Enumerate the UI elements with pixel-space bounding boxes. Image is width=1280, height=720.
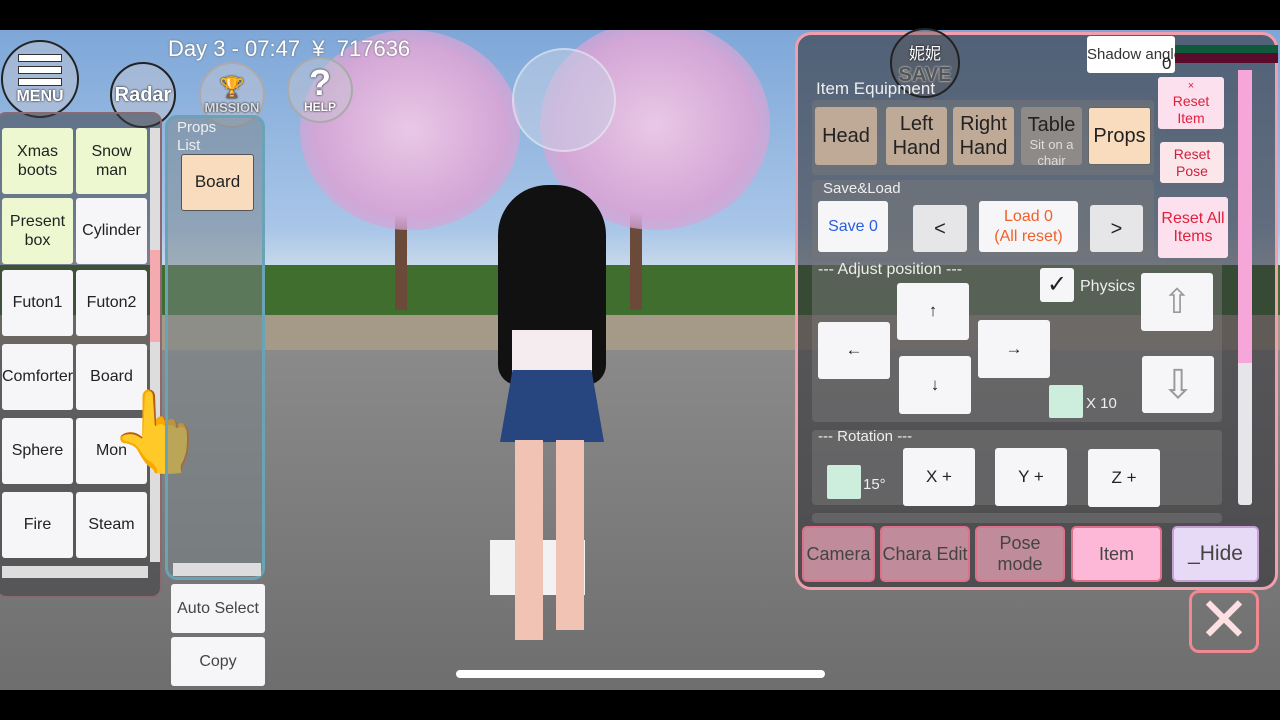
copy-button[interactable]: Copy xyxy=(171,637,265,686)
tab-chara-edit[interactable]: Chara Edit xyxy=(880,526,970,582)
arrow-up-icon: ⇧ xyxy=(1162,282,1192,321)
props-scrollbar[interactable] xyxy=(173,563,261,576)
mission-label: MISSION xyxy=(204,100,260,115)
question-icon: ? xyxy=(309,62,331,103)
menu-button[interactable]: MENU xyxy=(1,40,79,118)
tab-right-hand[interactable]: Right Hand xyxy=(953,107,1014,165)
item-cell[interactable]: Xmas boots xyxy=(2,128,73,194)
character-leg xyxy=(515,440,543,640)
move-down-button[interactable]: ↓ xyxy=(899,356,971,414)
status-text: Day 3 - 07:47 ¥ 717636 xyxy=(168,36,411,61)
tab-camera[interactable]: Camera xyxy=(802,526,875,582)
tab-table[interactable]: Table Sit on a chair xyxy=(1021,107,1082,168)
reset-item-button[interactable]: × Reset Item xyxy=(1158,77,1224,129)
home-indicator[interactable] xyxy=(456,670,825,678)
rotate-z-button[interactable]: Z + xyxy=(1088,449,1160,507)
item-list-scrollbar[interactable] xyxy=(150,128,160,562)
item-cell[interactable]: Comforter xyxy=(2,344,73,410)
rotation-step-toggle[interactable] xyxy=(827,465,861,499)
props-list-item[interactable]: Board xyxy=(181,154,254,211)
tab-pose-mode[interactable]: Pose mode xyxy=(975,526,1065,582)
save-slot-button[interactable]: Save 0 xyxy=(818,201,888,252)
tab-item[interactable]: Item xyxy=(1071,526,1162,582)
reset-item-label: Reset Item xyxy=(1172,92,1210,126)
rotate-y-button[interactable]: Y + xyxy=(995,448,1067,506)
tab-table-label: Table xyxy=(1027,114,1076,137)
save-load-title: Save&Load xyxy=(823,180,901,197)
arrow-down-icon: ⇩ xyxy=(1161,362,1195,407)
reset-all-items-button[interactable]: Reset All Items xyxy=(1158,197,1228,258)
next-slot-button[interactable]: > xyxy=(1090,205,1143,252)
item-equipment-title: Item Equipment xyxy=(816,79,936,98)
joystick-icon[interactable] xyxy=(512,48,616,152)
auto-select-button[interactable]: Auto Select xyxy=(171,584,265,633)
next-section xyxy=(812,513,1222,523)
rotate-x-button[interactable]: X + xyxy=(903,448,975,506)
hamburger-icon xyxy=(18,54,62,62)
physics-checkbox[interactable]: ✓ xyxy=(1040,268,1074,302)
move-up-button[interactable]: ↑ xyxy=(897,283,969,340)
move-left-button[interactable]: ← xyxy=(818,322,890,379)
item-cell[interactable]: Steam xyxy=(76,492,147,558)
rotation-step-label: 15° xyxy=(863,476,886,493)
rotation-title: --- Rotation --- xyxy=(818,428,913,445)
character-leg xyxy=(556,440,584,630)
tab-table-sub: Sit on a chair xyxy=(1029,137,1074,168)
item-cell[interactable]: Fire xyxy=(2,492,73,558)
item-cell[interactable]: Futon2 xyxy=(76,270,147,336)
shadow-angle-value: 0 xyxy=(1162,54,1172,73)
save-name: 妮妮 xyxy=(908,45,941,63)
help-button[interactable]: ? HELP xyxy=(287,57,353,123)
close-icon: ✕ xyxy=(1198,586,1250,655)
horizontal-scrollbar[interactable] xyxy=(2,566,148,578)
raise-button[interactable]: ⇧ xyxy=(1141,273,1213,331)
menu-label: MENU xyxy=(16,88,64,105)
move-right-button[interactable]: → xyxy=(978,320,1050,378)
item-cell[interactable]: Futon1 xyxy=(2,270,73,336)
radar-label: Radar xyxy=(114,83,172,106)
item-cell[interactable]: Sphere xyxy=(2,418,73,484)
close-icon: × xyxy=(1187,79,1195,92)
status-bar xyxy=(1175,45,1278,53)
character-skirt xyxy=(500,370,604,442)
checkmark-icon: ✓ xyxy=(1046,270,1068,298)
item-cell[interactable]: Present box xyxy=(2,198,73,264)
panel-scrollbar[interactable] xyxy=(1238,70,1252,505)
x10-label: X 10 xyxy=(1086,395,1117,412)
tab-left-hand[interactable]: Left Hand xyxy=(886,107,947,165)
tab-head[interactable]: Head xyxy=(815,107,877,165)
prev-slot-button[interactable]: < xyxy=(913,205,967,252)
physics-label: Physics xyxy=(1080,278,1136,295)
load-slot-button[interactable]: Load 0 (All reset) xyxy=(979,201,1078,252)
item-cell[interactable]: Snow man xyxy=(76,128,147,194)
tab-hide[interactable]: _Hide xyxy=(1172,526,1259,582)
props-list-title: Props List xyxy=(177,119,217,154)
close-button[interactable]: ✕ xyxy=(1189,590,1259,653)
help-label: HELP xyxy=(303,100,336,114)
trophy-icon: 🏆 xyxy=(219,77,245,99)
x10-toggle[interactable] xyxy=(1049,385,1083,418)
item-cell[interactable]: Cylinder xyxy=(76,198,147,264)
hamburger-icon xyxy=(18,66,62,74)
status-bar xyxy=(1175,53,1278,63)
lower-button[interactable]: ⇩ xyxy=(1142,356,1214,413)
reset-pose-button[interactable]: Reset Pose xyxy=(1160,142,1224,183)
tab-props[interactable]: Props xyxy=(1088,107,1151,165)
adjust-position-title: --- Adjust position --- xyxy=(818,261,963,278)
